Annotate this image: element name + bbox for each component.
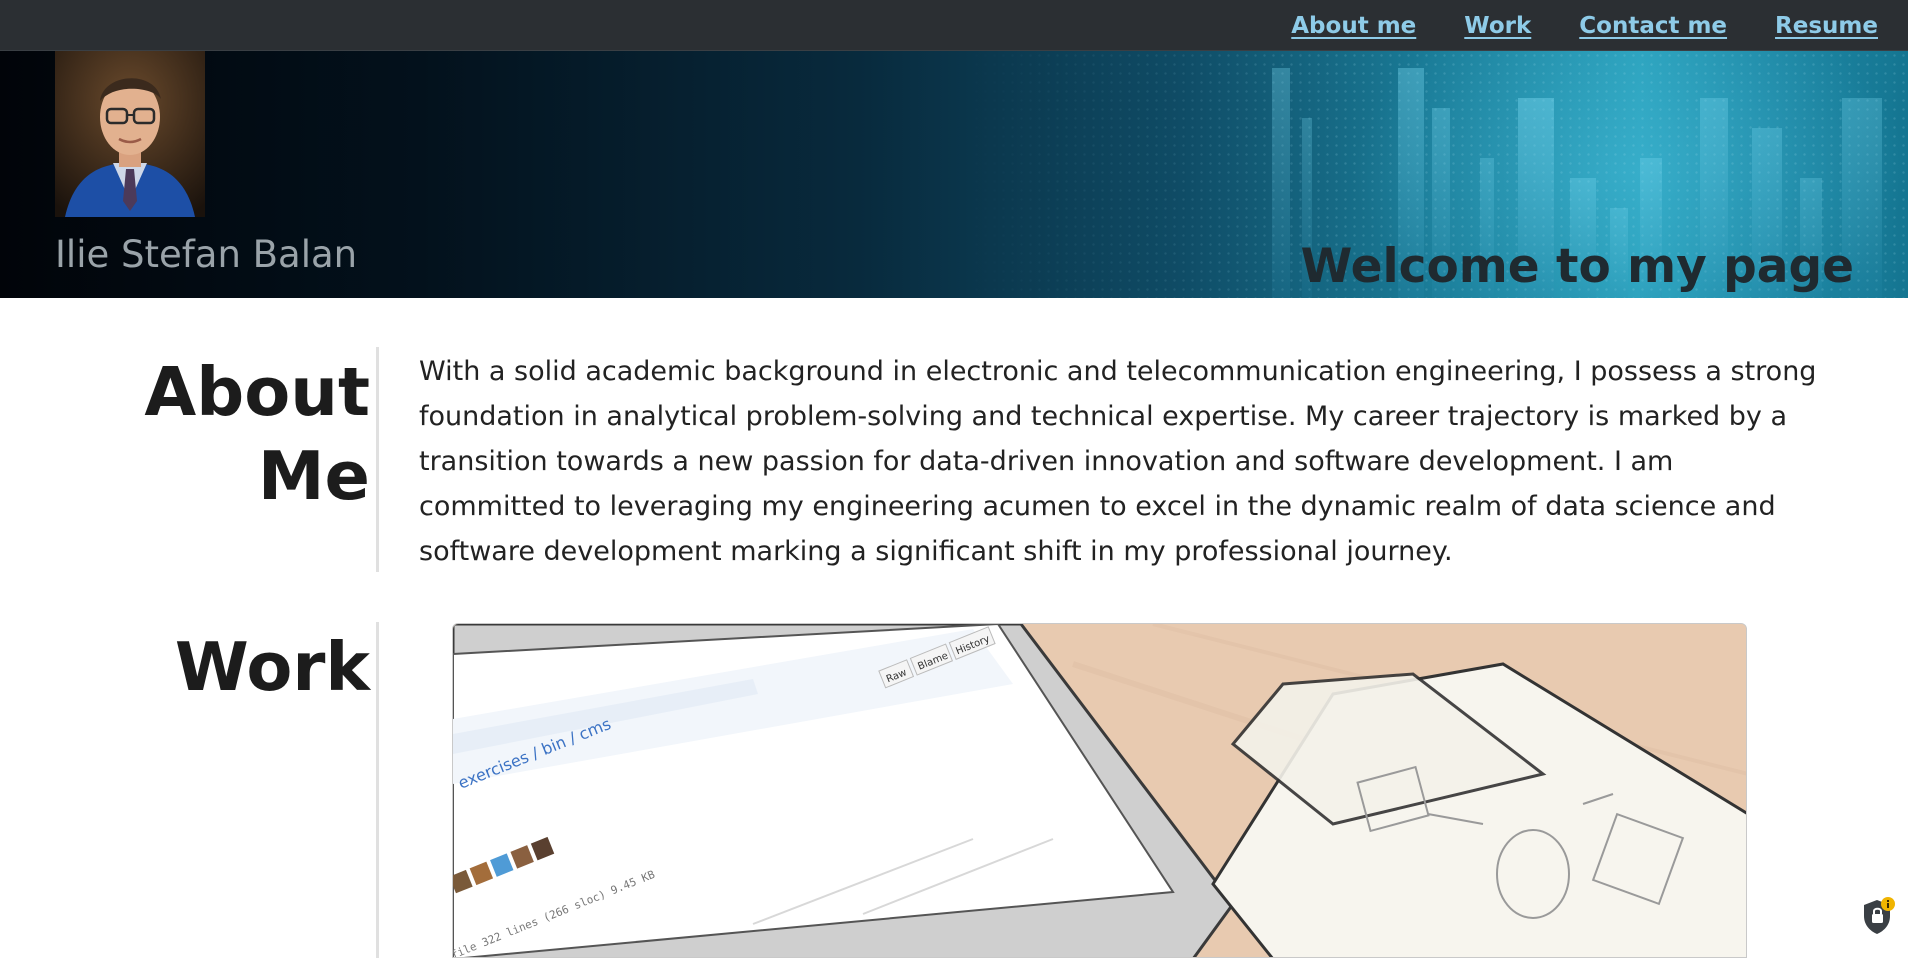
nav-link-about-me[interactable]: About me (1291, 13, 1416, 39)
welcome-heading: Welcome to my page (1300, 239, 1855, 294)
profile-photo (55, 51, 205, 217)
nav-link-contact-me[interactable]: Contact me (1579, 13, 1727, 39)
about-paragraph: With a solid academic background in elec… (419, 356, 1817, 567)
work-image[interactable]: exercises / bin / cms Raw Blame History … (452, 623, 1747, 958)
lock-info-icon[interactable] (1862, 896, 1896, 936)
owner-name: Ilie Stefan Balan (55, 233, 358, 276)
work-heading: Work (174, 628, 370, 706)
nav-links: About me Work Contact me Resume (1291, 0, 1878, 51)
work-divider (376, 622, 379, 958)
top-navbar: About me Work Contact me Resume (0, 0, 1908, 51)
about-heading: About Me (144, 353, 370, 515)
about-divider (376, 347, 379, 572)
nav-link-resume[interactable]: Resume (1775, 13, 1878, 39)
nav-link-work[interactable]: Work (1464, 13, 1531, 39)
